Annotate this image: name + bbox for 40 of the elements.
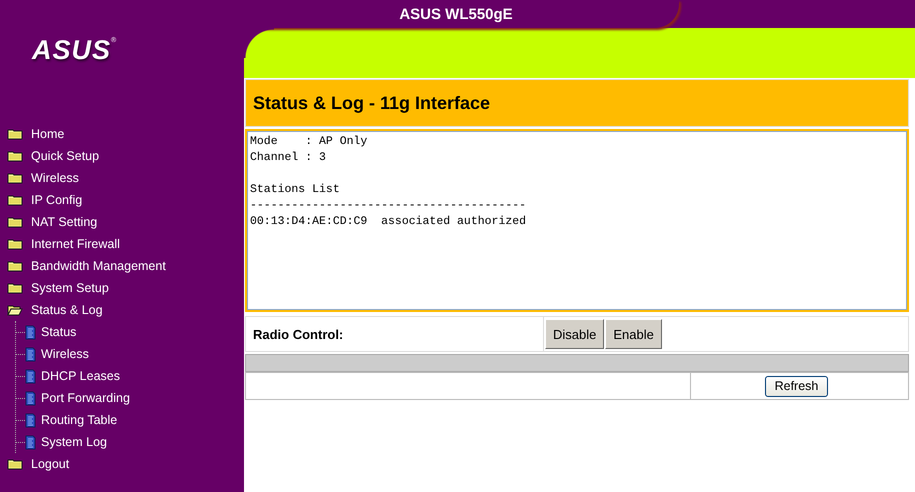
menu-item[interactable]: IP Config	[0, 189, 82, 211]
menu-item[interactable]: Internet Firewall	[0, 233, 120, 255]
submenu-item[interactable]: DHCP Leases	[25, 365, 120, 387]
folder-icon	[7, 260, 23, 272]
folder-icon	[7, 458, 23, 470]
menu-item[interactable]: Home	[0, 123, 64, 145]
folder-icon	[7, 194, 23, 206]
submenu-item[interactable]: System Log	[25, 431, 108, 453]
document-icon	[25, 412, 36, 428]
menu-item[interactable]: Logout	[0, 453, 70, 475]
menu-item[interactable]: NAT Setting	[0, 211, 98, 233]
open-folder-icon	[7, 304, 23, 316]
folder-icon	[7, 216, 23, 228]
menu-item[interactable]: Wireless	[0, 167, 79, 189]
submenu-item[interactable]: Status	[25, 321, 76, 343]
log-text-area[interactable]: Mode : AP Only Channel : 3 Stations List ---------------------------------------- 00:13:D4:AE:CD:C9 associated authorized	[245, 129, 909, 312]
command-button[interactable]: Disable	[545, 319, 604, 349]
menu-item[interactable]: Quick Setup	[0, 145, 100, 167]
menu-item[interactable]: System Setup	[0, 277, 109, 299]
folder-icon	[7, 172, 23, 184]
submenu-item[interactable]: Wireless	[25, 343, 89, 365]
document-icon	[25, 346, 36, 362]
document-icon	[25, 368, 36, 384]
document-icon	[25, 390, 36, 406]
logo-text: ASUS	[32, 36, 112, 64]
document-icon	[25, 324, 36, 340]
folder-icon	[7, 128, 23, 140]
folder-icon	[7, 238, 23, 250]
header-title: ASUS WL550gE	[399, 6, 513, 22]
page-title: Status & Log - 11g Interface	[253, 92, 490, 114]
submenu-item[interactable]: Routing Table	[25, 409, 118, 431]
submenu-item[interactable]: Port Forwarding	[25, 387, 130, 409]
refresh-button[interactable]: Refresh	[764, 376, 828, 396]
document-icon	[25, 434, 36, 450]
menu-item[interactable]: Status & Log	[0, 299, 103, 321]
folder-icon	[7, 282, 23, 294]
menu-item[interactable]: Bandwidth Management	[0, 255, 166, 277]
radio-control-label: Radio Control:	[253, 326, 344, 342]
folder-icon	[7, 150, 23, 162]
command-button[interactable]: Enable	[605, 319, 662, 349]
